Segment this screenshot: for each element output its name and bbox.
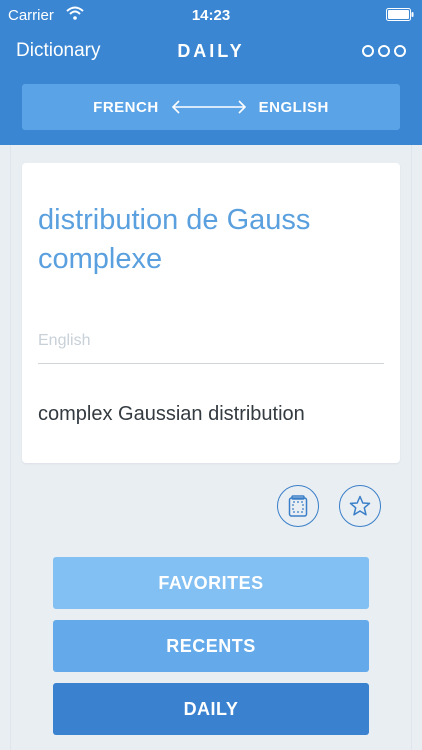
battery-icon: [386, 8, 414, 21]
more-dot: [362, 45, 374, 57]
translation-text: complex Gaussian distribution: [38, 403, 305, 425]
more-options-icon[interactable]: [362, 44, 406, 58]
header: Carrier 14:23 Dictionary DAILY FRENCH EN…: [0, 0, 422, 145]
divider: [38, 363, 384, 364]
left-margin-line: [10, 145, 11, 750]
more-dot: [394, 45, 406, 57]
favorites-button[interactable]: FAVORITES: [53, 557, 369, 609]
copy-icon: [288, 495, 308, 517]
screen: Carrier 14:23 Dictionary DAILY FRENCH EN…: [0, 0, 422, 750]
status-time: 14:23: [191, 7, 231, 24]
target-language: ENGLISH: [258, 98, 329, 116]
favorite-button[interactable]: [339, 485, 381, 527]
recents-button[interactable]: RECENTS: [53, 620, 369, 672]
source-language: FRENCH: [93, 98, 159, 116]
status-bar: Carrier 14:23: [0, 0, 422, 30]
page-title: DAILY: [177, 41, 245, 61]
language-switch-button[interactable]: FRENCH ENGLISH: [22, 84, 400, 130]
copy-button[interactable]: [277, 485, 319, 527]
more-dot: [378, 45, 390, 57]
target-language-label: English: [38, 332, 91, 349]
star-icon: [349, 495, 371, 516]
right-margin-line: [411, 145, 412, 750]
swap-arrows-icon: [171, 100, 246, 114]
daily-button[interactable]: DAILY: [53, 683, 369, 735]
term-text: distribution de Gauss complexe: [38, 204, 311, 275]
translation-card: distribution de Gauss complexe English c…: [22, 163, 400, 463]
